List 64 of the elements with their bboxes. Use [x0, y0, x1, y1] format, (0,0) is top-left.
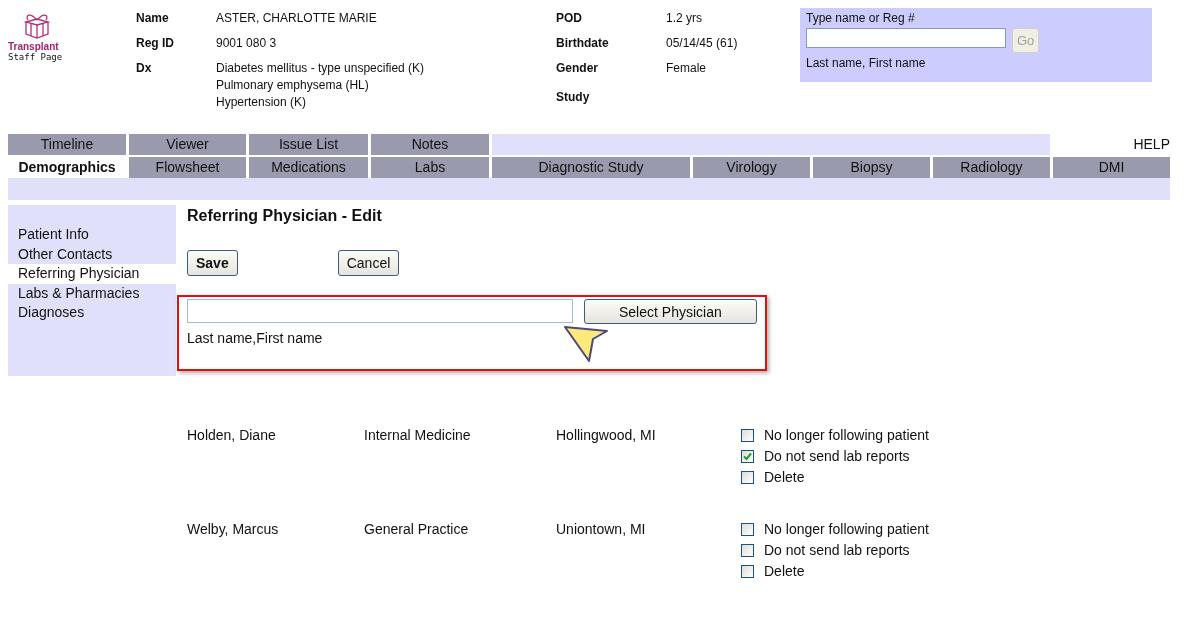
tab[interactable]: Viewer	[129, 134, 246, 155]
checkbox-label: Do not send lab reports	[764, 448, 910, 464]
select-physician-button[interactable]: Select Physician	[583, 299, 757, 324]
tab[interactable]: Labs	[371, 157, 489, 178]
field-label: Reg ID	[136, 35, 175, 52]
field-value: Female	[666, 60, 707, 77]
tab[interactable]: Notes	[371, 134, 489, 155]
checkbox[interactable]	[741, 449, 754, 463]
checkbox-label: No longer following patient	[764, 521, 929, 537]
checkbox[interactable]	[741, 543, 754, 557]
logo-title: Transplant	[8, 41, 59, 52]
save-button[interactable]: Save	[187, 250, 238, 276]
checkbox[interactable]	[741, 470, 754, 484]
physician-name: Welby, Marcus	[187, 521, 280, 539]
tab[interactable]: Medications	[249, 157, 368, 178]
physician-location: Hollingwood, MI	[556, 427, 657, 445]
search-field[interactable]	[806, 28, 1006, 48]
field-value: Pulmonary emphysema (HL)	[216, 77, 370, 94]
checkbox[interactable]	[741, 428, 754, 442]
tab[interactable]: Issue List	[249, 134, 368, 155]
checkbox[interactable]	[741, 564, 754, 578]
field-value: Diabetes mellitus - type unspecified (K)	[216, 60, 426, 77]
tab[interactable]: Virology	[693, 157, 810, 178]
tab[interactable]: DMI	[1053, 157, 1170, 178]
field-value: 9001 080 3	[216, 35, 278, 52]
sidebar-item[interactable]: Referring Physician	[8, 264, 176, 284]
sidebar-item[interactable]: Labs & Pharmacies	[8, 283, 176, 303]
field-label: POD	[556, 10, 583, 27]
tab[interactable]: Flowsheet	[129, 157, 246, 178]
field-label: Birthdate	[556, 35, 610, 52]
cancel-button[interactable]: Cancel	[337, 250, 400, 276]
page-title: Referring Physician - Edit	[187, 207, 383, 225]
field-label: Study	[556, 89, 591, 106]
checkbox-label: Delete	[764, 563, 805, 579]
physician-specialty: Internal Medicine	[364, 427, 472, 445]
physician-field[interactable]	[187, 299, 573, 323]
checkbox-label: Do not send lab reports	[764, 542, 910, 558]
pointer-icon	[563, 325, 609, 363]
field-value: Hypertension (K)	[216, 94, 308, 111]
tab[interactable]: Diagnostic Study	[492, 157, 690, 178]
physician-specialty: General Practice	[364, 521, 470, 539]
search-label: Type name or Reg #	[806, 10, 916, 26]
search-hint: Last name, First name	[806, 55, 927, 71]
field-label: Name	[136, 10, 170, 27]
sidebar-item[interactable]: Diagnoses	[8, 303, 176, 323]
checkbox-label: Delete	[764, 469, 805, 485]
tab[interactable]: Radiology	[933, 157, 1050, 178]
tab[interactable]: Biopsy	[813, 157, 930, 178]
physician-hint: Last name,First name	[187, 330, 324, 346]
logo-subtitle: Staff Page	[8, 52, 63, 62]
sidebar-item[interactable]: Other Contacts	[8, 244, 176, 264]
field-value: 05/14/45 (61)	[666, 35, 739, 52]
field-value: 1.2 yrs	[666, 10, 703, 27]
physician-name: Holden, Diane	[187, 427, 277, 445]
help-link[interactable]: HELP	[1053, 134, 1170, 155]
checkbox[interactable]	[741, 522, 754, 536]
tab[interactable]: Timeline	[8, 134, 126, 155]
physician-location: Uniontown, MI	[556, 521, 647, 539]
checkbox-label: No longer following patient	[764, 427, 929, 443]
field-value: ASTER, CHARLOTTE MARIE	[216, 10, 378, 27]
field-label: Gender	[556, 60, 599, 77]
field-label: Dx	[136, 60, 153, 77]
gift-icon	[22, 12, 52, 40]
sidebar-item[interactable]: Patient Info	[8, 225, 176, 245]
